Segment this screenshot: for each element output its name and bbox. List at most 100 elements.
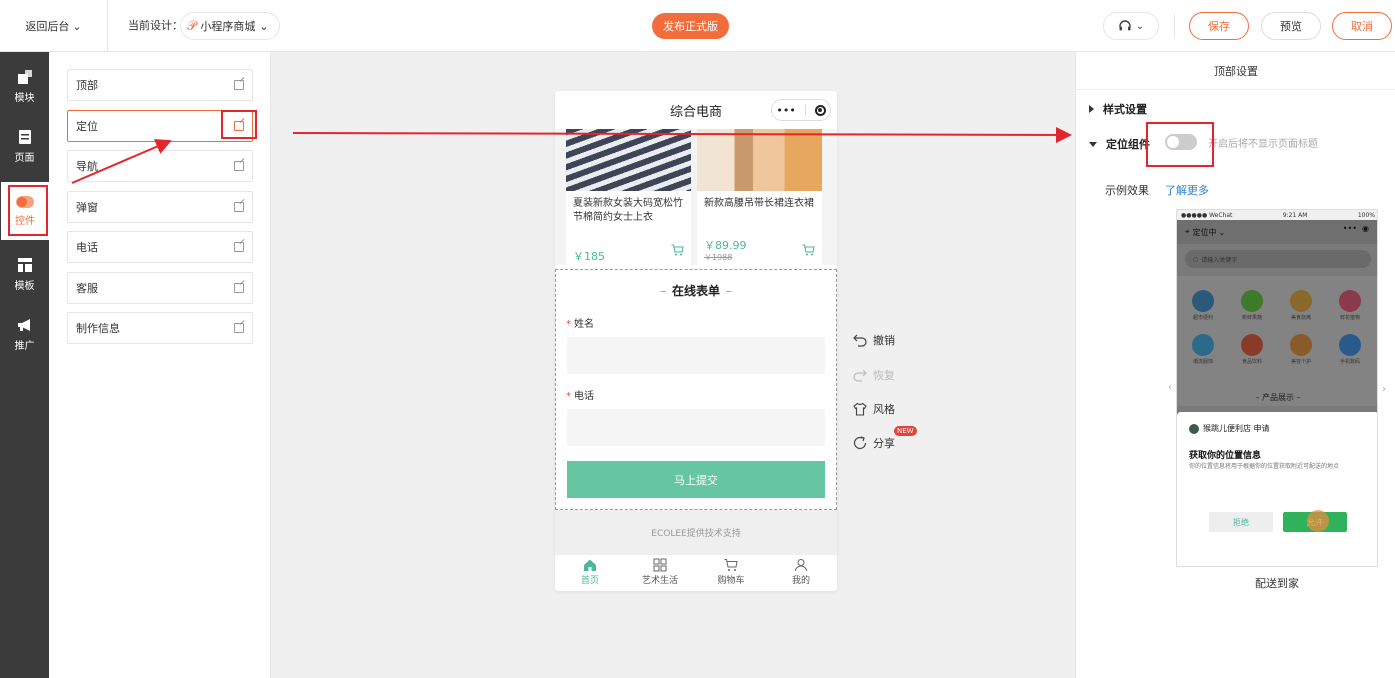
undo-button[interactable]: 撤销 bbox=[853, 332, 895, 348]
online-form[interactable]: – 在线表单 – * 姓名 * 电话 马上提交 bbox=[555, 269, 837, 510]
edit-icon[interactable] bbox=[234, 323, 244, 333]
preview-button[interactable]: 预览 bbox=[1261, 12, 1321, 40]
mock-dialog-desc: 你的位置信息将用于根据你的位置获取附近可配送的地点 bbox=[1189, 463, 1340, 470]
chevron-down-icon: ⌄ bbox=[72, 19, 82, 33]
divider bbox=[804, 104, 806, 116]
mock-permission-dialog: 猴跳儿便利店 申请 获取你的位置信息 你的位置信息将用于根据你的位置获取附近可配… bbox=[1177, 412, 1377, 566]
mock-category: 超市便利 bbox=[1183, 290, 1223, 321]
cart-icon[interactable] bbox=[671, 244, 684, 256]
tab-label: 首页 bbox=[580, 576, 599, 586]
field-label-text: 电话 bbox=[574, 391, 594, 402]
sidebar-item-label: 推广 bbox=[14, 340, 35, 352]
mock-battery: 100% bbox=[1357, 211, 1375, 219]
mock-section-title: – 产品展示 – bbox=[1255, 393, 1301, 402]
tab-mine[interactable]: 我的 bbox=[771, 558, 831, 586]
phone-field[interactable] bbox=[567, 409, 825, 446]
component-label: 客服 bbox=[76, 282, 98, 295]
example-mockup: ●●●●● WeChat 9:21 AM 100% ⌖ 定位中 ⌄ ••• ◉ … bbox=[1176, 209, 1378, 567]
undo-icon bbox=[853, 334, 867, 347]
product-list: 夏装新款女装大码宽松竹节棉简约女士上衣 ￥185 新款高腰吊带长裙连衣裙 ￥89… bbox=[555, 129, 837, 265]
edit-icon[interactable] bbox=[234, 283, 244, 293]
title-dash: – bbox=[659, 284, 666, 298]
learn-more-link[interactable]: 了解更多 bbox=[1165, 182, 1209, 198]
sidebar-item-label: 模块 bbox=[14, 92, 35, 104]
caret-down-icon bbox=[1089, 141, 1097, 147]
back-to-admin-button[interactable]: 返回后台 ⌄ bbox=[0, 0, 108, 52]
tab-label: 艺术生活 bbox=[641, 576, 678, 586]
submit-button[interactable]: 马上提交 bbox=[567, 461, 825, 498]
settings-title: 顶部设置 bbox=[1076, 52, 1395, 90]
grid-icon bbox=[653, 558, 667, 572]
edit-icon[interactable] bbox=[234, 242, 244, 252]
style-settings-section[interactable]: 样式设置 bbox=[1089, 101, 1147, 117]
publish-button[interactable]: 发布正式版 bbox=[652, 13, 729, 39]
save-button[interactable]: 保存 bbox=[1189, 12, 1249, 40]
tap-indicator bbox=[1307, 510, 1329, 532]
mock-category: 美食烧烤 bbox=[1281, 290, 1321, 321]
style-button[interactable]: 风格 bbox=[853, 401, 895, 417]
name-field[interactable] bbox=[567, 337, 825, 374]
sidebar-item-promote[interactable]: 推广 bbox=[0, 306, 49, 362]
component-item-nav[interactable]: 导航 bbox=[67, 150, 253, 182]
product-price: ￥185 bbox=[573, 250, 605, 263]
component-item-phone[interactable]: 电话 bbox=[67, 231, 253, 263]
next-example-icon[interactable]: › bbox=[1382, 384, 1386, 395]
chevron-down-icon: ⌄ bbox=[1135, 20, 1145, 32]
new-badge: NEW bbox=[894, 426, 917, 436]
mock-category-label: 超市便利 bbox=[1192, 315, 1213, 321]
prev-example-icon[interactable]: ‹ bbox=[1168, 382, 1172, 393]
cancel-button[interactable]: 取消 bbox=[1332, 12, 1392, 40]
component-item-credits[interactable]: 制作信息 bbox=[67, 312, 253, 344]
component-item-top[interactable]: 顶部 bbox=[67, 69, 253, 101]
product-card[interactable]: 新款高腰吊带长裙连衣裙 ￥89.99 ￥1988 bbox=[697, 129, 822, 265]
tab-cart[interactable]: 购物车 bbox=[701, 558, 761, 586]
component-label: 制作信息 bbox=[76, 322, 120, 335]
tab-label: 购物车 bbox=[717, 576, 745, 586]
mock-category-label: 手机数码 bbox=[1339, 359, 1360, 365]
section-label: 样式设置 bbox=[1103, 103, 1147, 116]
product-image bbox=[697, 129, 822, 191]
product-image bbox=[566, 129, 691, 191]
mock-category: 潮流服饰 bbox=[1183, 334, 1223, 365]
phone-preview: 综合电商 ••• 夏装新款女装大码宽松竹节棉简约女士上衣 ￥185 新款高腰吊带… bbox=[555, 91, 837, 591]
tab-art-life[interactable]: 艺术生活 bbox=[630, 558, 690, 586]
tab-home[interactable]: 首页 bbox=[560, 558, 620, 586]
design-select[interactable]: 𝒫 小程序商城 ⌄ bbox=[180, 12, 280, 40]
redo-button[interactable]: 恢复 bbox=[853, 367, 895, 383]
miniapp-capsule[interactable]: ••• bbox=[771, 99, 831, 121]
product-original-price: ￥1988 bbox=[704, 253, 733, 262]
page-icon bbox=[18, 129, 31, 144]
mock-dialog-title: 获取你的位置信息 bbox=[1189, 451, 1262, 461]
undo-label: 撤销 bbox=[873, 334, 895, 347]
field-label-phone: * 电话 bbox=[566, 387, 594, 402]
product-card[interactable]: 夏装新款女装大码宽松竹节棉简约女士上衣 ￥185 bbox=[566, 129, 691, 265]
component-item-service[interactable]: 客服 bbox=[67, 272, 253, 304]
mock-status-bar: ●●●●● WeChat 9:21 AM 100% bbox=[1177, 210, 1377, 220]
mock-category-label: 新鲜果蔬 bbox=[1241, 315, 1262, 321]
module-icon bbox=[17, 69, 32, 84]
edit-icon[interactable] bbox=[234, 161, 244, 171]
more-icon: ••• bbox=[776, 103, 796, 117]
sidebar-item-page[interactable]: 页面 bbox=[0, 118, 49, 174]
title-dash: – bbox=[726, 284, 732, 298]
cart-icon[interactable] bbox=[802, 244, 815, 256]
mock-time: 9:21 AM bbox=[1282, 211, 1308, 219]
component-item-popup[interactable]: 弹窗 bbox=[67, 191, 253, 223]
sidebar-item-template[interactable]: 模板 bbox=[0, 246, 49, 302]
annotation-box-controls bbox=[8, 185, 48, 236]
product-price: ￥89.99 bbox=[704, 239, 747, 252]
edit-icon[interactable] bbox=[234, 80, 244, 90]
support-button[interactable]: ⌄ bbox=[1103, 12, 1159, 40]
share-button[interactable]: 分享 bbox=[853, 435, 895, 451]
mock-capsule: ••• ◉ bbox=[1342, 224, 1369, 233]
edit-icon[interactable] bbox=[234, 202, 244, 212]
form-title: – 在线表单 – bbox=[556, 282, 836, 299]
settings-panel: 顶部设置 样式设置 定位组件 开启后将不显示页面标题 示例效果 了解更多 ‹ ●… bbox=[1075, 52, 1395, 678]
mock-category: 美容个护 bbox=[1281, 334, 1321, 365]
back-label: 返回后台 bbox=[25, 20, 70, 33]
headset-icon bbox=[1119, 20, 1131, 31]
chevron-down-icon: ⌄ bbox=[259, 19, 269, 33]
sidebar-item-module[interactable]: 模块 bbox=[0, 58, 49, 114]
redo-label: 恢复 bbox=[873, 369, 895, 382]
location-label: 定位组件 bbox=[1106, 138, 1150, 151]
